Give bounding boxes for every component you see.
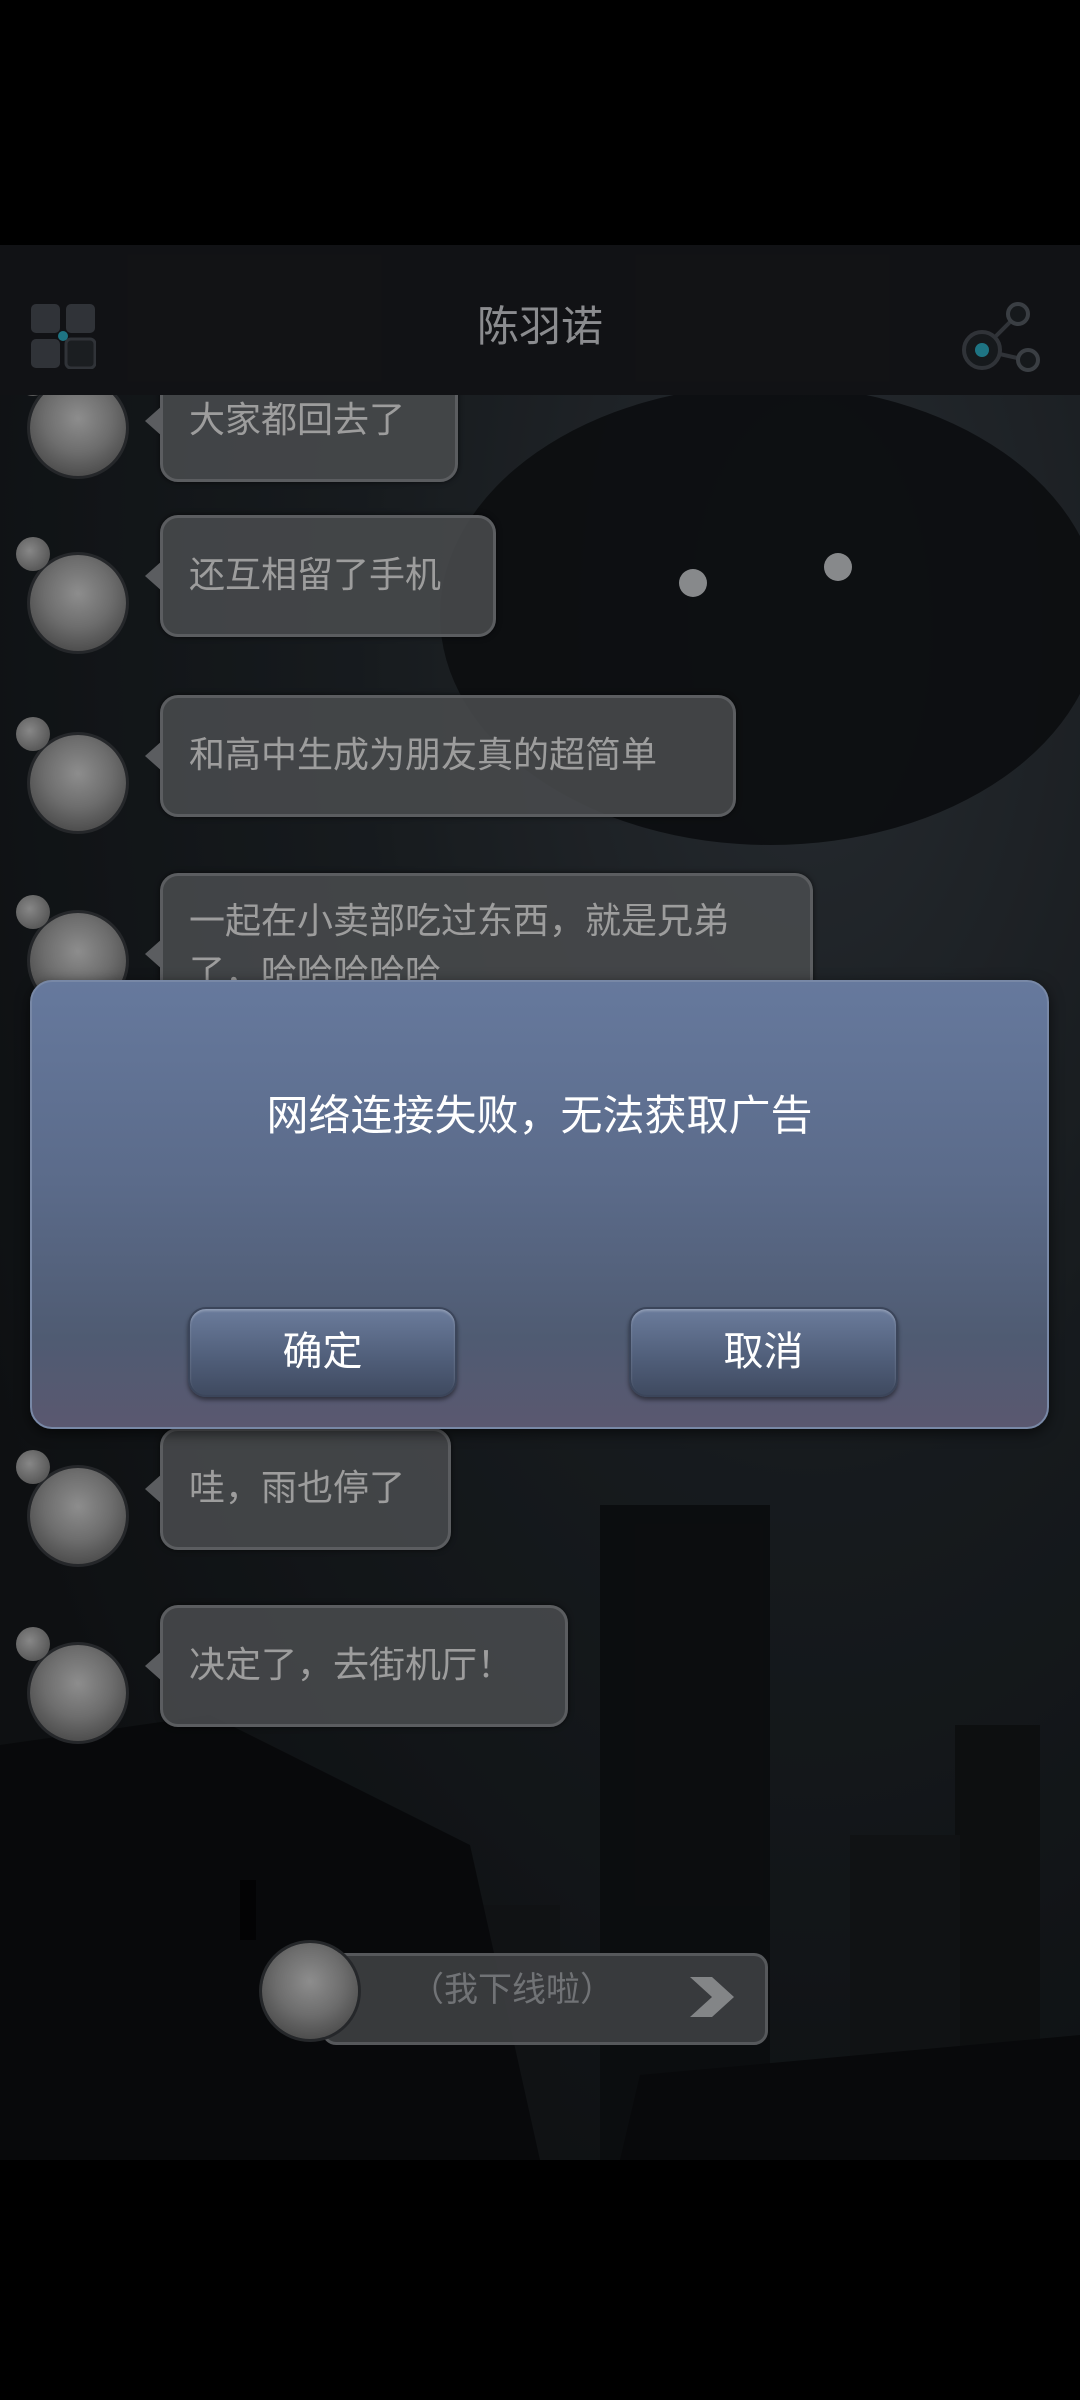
alert-dialog: 网络连接失败，无法获取广告 确定 取消 bbox=[30, 980, 1049, 1429]
dialog-message: 网络连接失败，无法获取广告 bbox=[266, 1091, 813, 1140]
app-screen: 陈羽诺 大家都回去了 还互相留了手机 和高中生成为朋友真的超简单 一起在小卖部吃… bbox=[0, 245, 1080, 2160]
cancel-button[interactable]: 取消 bbox=[629, 1307, 898, 1397]
confirm-button[interactable]: 确定 bbox=[188, 1307, 457, 1397]
